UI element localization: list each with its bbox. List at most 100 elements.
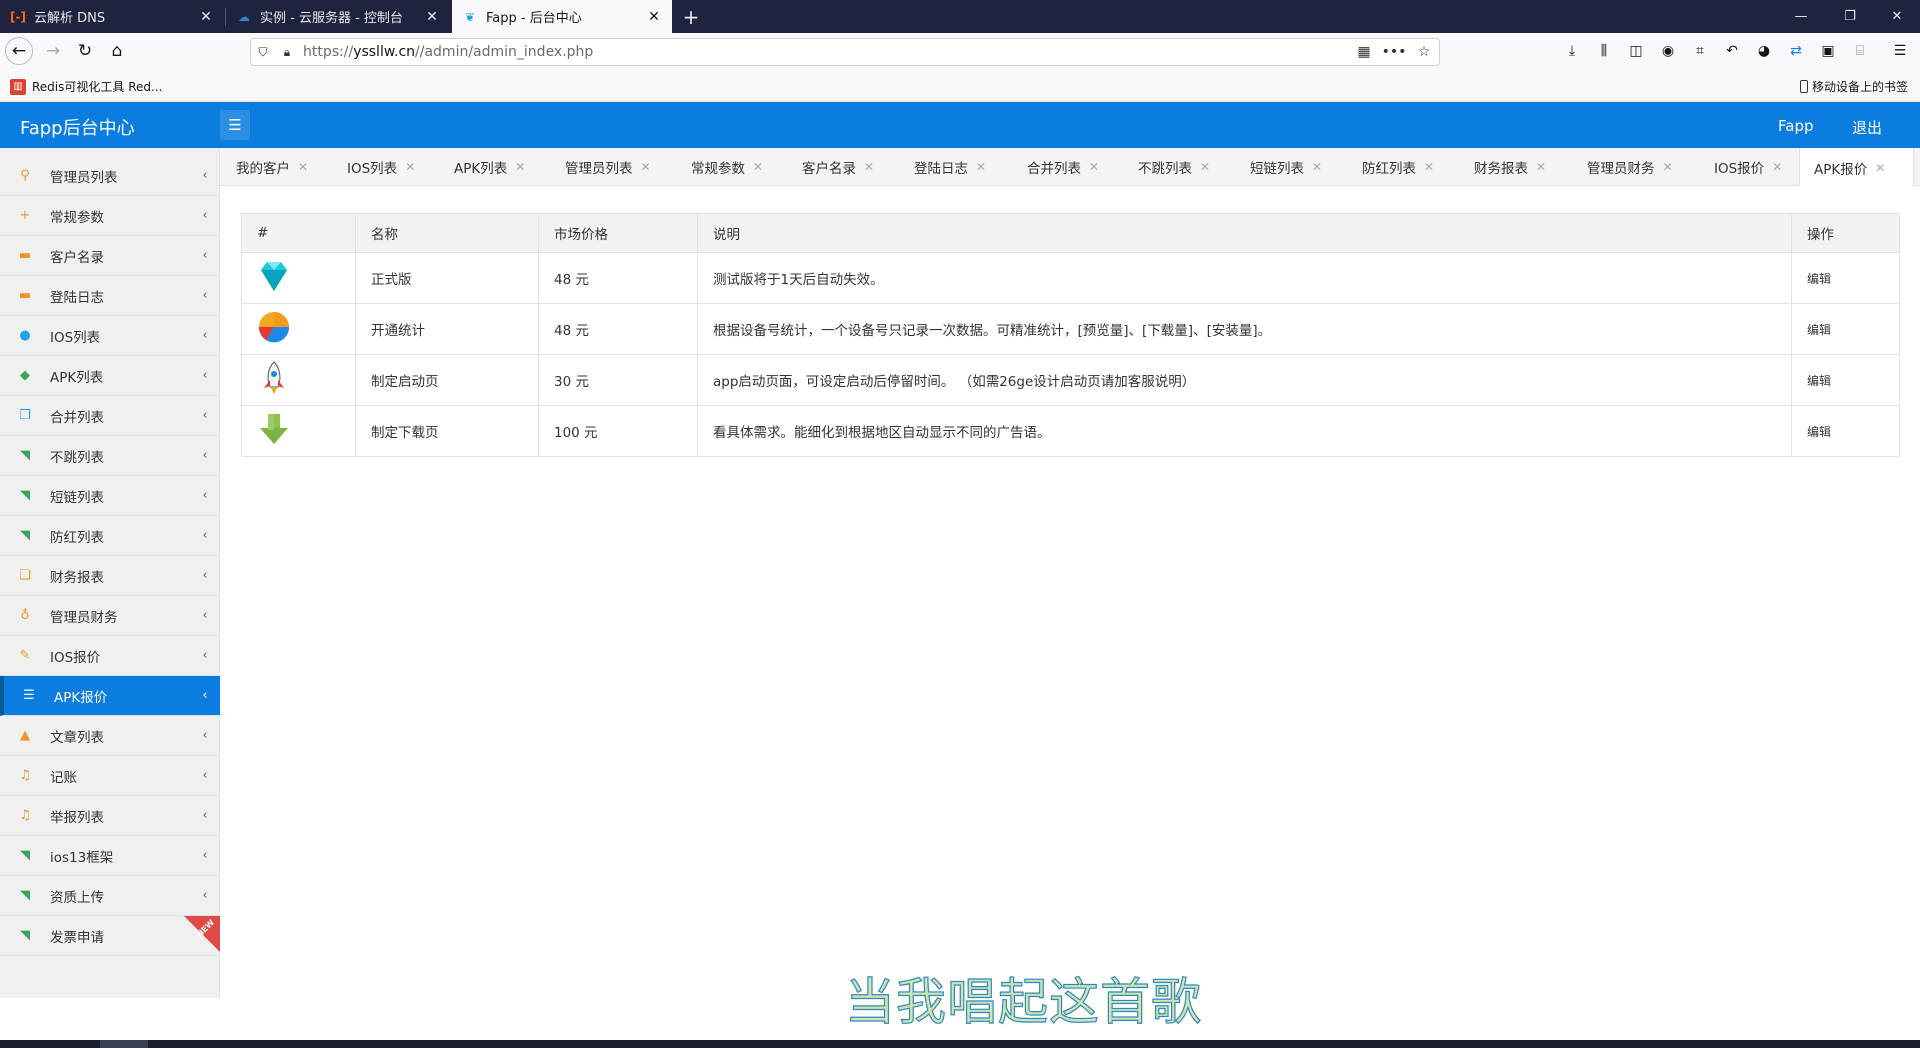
sidebar-item[interactable]: + 常规参数 ‹	[0, 196, 220, 236]
user-link[interactable]: Fapp	[1778, 117, 1814, 135]
menu-toggle-icon[interactable]: ☰	[220, 110, 250, 140]
page-tab[interactable]: 不跳列表 ✕	[1138, 148, 1210, 186]
page-tab[interactable]: 登陆日志 ✕	[914, 148, 986, 186]
page-tab[interactable]: 防红列表 ✕	[1362, 148, 1434, 186]
url-bar[interactable]: ⛉ 🔒︎ https://yssllw.cn//admin/admin_inde…	[250, 38, 1440, 66]
sidebar-item[interactable]: ✎ IOS报价 ‹	[0, 636, 220, 676]
page-tab[interactable]: 合并列表 ✕	[1027, 148, 1099, 186]
mobile-bookmarks[interactable]: 移动设备上的书签	[1799, 78, 1908, 95]
restore-icon[interactable]: ❐	[1827, 0, 1873, 33]
sidebar-item[interactable]: ◥ 资质上传 ‹	[0, 876, 220, 916]
sidebar-item[interactable]: ◥ 发票申请 ‹ NEW	[0, 916, 220, 956]
chevron-left-icon[interactable]: ‹	[190, 168, 220, 183]
menu-icon[interactable]: ☰	[1886, 36, 1914, 66]
page-tab[interactable]: 管理员列表 ✕	[565, 148, 651, 186]
sidebar-item[interactable]: ☰ APK报价 ‹	[0, 676, 220, 716]
bookmark-item[interactable]: ▥ Redis可视化工具 Red...	[10, 78, 162, 95]
chevron-left-icon[interactable]: ‹	[190, 688, 220, 703]
crop-icon[interactable]: ⌗	[1686, 36, 1714, 66]
edit-link[interactable]: 编辑	[1791, 252, 1900, 304]
logout-link[interactable]: 退出	[1852, 117, 1882, 138]
close-icon[interactable]: ✕	[753, 160, 763, 174]
shield-icon[interactable]: ⛉	[251, 45, 275, 60]
sidebar-item[interactable]: ♫ 举报列表 ‹	[0, 796, 220, 836]
close-icon[interactable]: ✕	[1312, 160, 1322, 174]
library-icon[interactable]: ⫼	[1590, 36, 1618, 66]
qr-code-icon[interactable]: ▦	[1349, 44, 1379, 60]
close-icon[interactable]: ✕	[646, 9, 662, 25]
more-icon[interactable]: •••	[1379, 44, 1409, 60]
sidebar-item[interactable]: ◆ APK列表 ‹	[0, 356, 220, 396]
close-icon[interactable]: ✕	[405, 160, 415, 174]
sidebar-item[interactable]: ♫ 记账 ‹	[0, 756, 220, 796]
store-icon[interactable]: ⌸	[1846, 36, 1874, 66]
close-icon[interactable]: ✕	[1536, 160, 1546, 174]
page-tab[interactable]: 常规参数 ✕	[691, 148, 763, 186]
chevron-left-icon[interactable]: ‹	[190, 728, 220, 743]
close-icon[interactable]: ✕	[1772, 160, 1782, 174]
chevron-left-icon[interactable]: ‹	[190, 808, 220, 823]
close-icon[interactable]: ✕	[1089, 160, 1099, 174]
page-tab[interactable]: 管理员财务 ✕	[1587, 148, 1673, 186]
lock-icon[interactable]: 🔒︎	[275, 45, 299, 60]
page-tab[interactable]: IOS列表 ✕	[347, 148, 415, 186]
chevron-left-icon[interactable]: ‹	[190, 408, 220, 423]
taskbar-item[interactable]	[100, 1040, 148, 1048]
sidebar-item[interactable]: ▲ 文章列表 ‹	[0, 716, 220, 756]
close-icon[interactable]: ✕	[515, 160, 525, 174]
chevron-left-icon[interactable]: ‹	[190, 248, 220, 263]
chevron-left-icon[interactable]: ‹	[190, 448, 220, 463]
chevron-left-icon[interactable]: ‹	[190, 768, 220, 783]
close-icon[interactable]: ✕	[1663, 160, 1673, 174]
brand-title[interactable]: Fapp后台中心	[20, 114, 135, 140]
page-tab[interactable]: APK列表 ✕	[454, 148, 525, 186]
new-tab-icon[interactable]: +	[680, 0, 702, 33]
sidebar-item[interactable]: ◥ 防红列表 ‹	[0, 516, 220, 556]
page-tab[interactable]: 短链列表 ✕	[1250, 148, 1322, 186]
close-icon[interactable]: ✕	[1200, 160, 1210, 174]
undo-icon[interactable]: ↶	[1718, 36, 1746, 66]
chevron-left-icon[interactable]: ‹	[190, 328, 220, 343]
chevron-left-icon[interactable]: ‹	[190, 368, 220, 383]
chevron-left-icon[interactable]: ‹	[190, 208, 220, 223]
close-icon[interactable]: ✕	[1875, 161, 1885, 175]
sync-icon[interactable]: ⇄	[1782, 36, 1810, 66]
close-icon[interactable]: ✕	[641, 160, 651, 174]
sidebar-item[interactable]: ❏ 财务报表 ‹	[0, 556, 220, 596]
close-icon[interactable]: ✕	[864, 160, 874, 174]
sidebar-item[interactable]: ◥ 不跳列表 ‹	[0, 436, 220, 476]
chevron-left-icon[interactable]: ‹	[190, 568, 220, 583]
reload-icon[interactable]: ↻	[70, 36, 100, 66]
page-tab[interactable]: IOS报价 ✕	[1714, 148, 1782, 186]
extension-icon[interactable]: ◕	[1750, 36, 1778, 66]
edit-link[interactable]: 编辑	[1791, 354, 1900, 406]
download-icon[interactable]: ⤓	[1558, 36, 1586, 66]
chevron-left-icon[interactable]: ‹	[190, 848, 220, 863]
page-tab[interactable]: 客户名录 ✕	[802, 148, 874, 186]
chevron-left-icon[interactable]: ‹	[190, 288, 220, 303]
close-window-icon[interactable]: ✕	[1874, 0, 1920, 33]
home-icon[interactable]: ⌂	[102, 36, 132, 66]
minimize-icon[interactable]: —	[1778, 0, 1824, 33]
edit-link[interactable]: 编辑	[1791, 405, 1900, 457]
page-tab[interactable]: APK报价 ✕	[1799, 148, 1914, 187]
browser-tab[interactable]: [-] 云解析 DNS ✕	[0, 0, 224, 33]
sidebar-item[interactable]: ▬ 客户名录 ‹	[0, 236, 220, 276]
back-icon[interactable]: ←	[5, 37, 33, 65]
close-icon[interactable]: ✕	[1424, 160, 1434, 174]
sidebar-item[interactable]: ♁ 管理员财务 ‹	[0, 596, 220, 636]
close-icon[interactable]: ✕	[198, 9, 214, 25]
close-icon[interactable]: ✕	[298, 160, 308, 174]
account-icon[interactable]: ◉	[1654, 36, 1682, 66]
sidebar-item[interactable]: ◥ ios13框架 ‹	[0, 836, 220, 876]
close-icon[interactable]: ✕	[424, 9, 440, 25]
chevron-left-icon[interactable]: ‹	[190, 888, 220, 903]
page-tab[interactable]: 财务报表 ✕	[1474, 148, 1546, 186]
sidebar-item[interactable]: ⚲ 管理员列表 ‹	[0, 156, 220, 196]
url-text[interactable]: https://yssllw.cn//admin/admin_index.php	[299, 44, 1349, 60]
sidebar-item[interactable]: ◥ 短链列表 ‹	[0, 476, 220, 516]
forward-icon[interactable]: →	[38, 36, 68, 66]
chevron-left-icon[interactable]: ‹	[190, 488, 220, 503]
browser-tab[interactable]: ☁ 实例 - 云服务器 - 控制台 ✕	[226, 0, 450, 33]
close-icon[interactable]: ✕	[976, 160, 986, 174]
